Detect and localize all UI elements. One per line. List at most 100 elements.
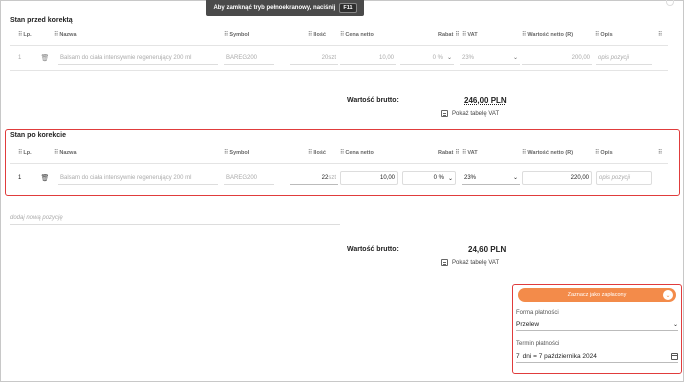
mark-paid-button[interactable]: Zaznacz jako zapłacony ⌄ [518, 288, 676, 302]
add-position-input[interactable]: dodaj nową pozycję [10, 211, 340, 225]
mark-paid-label: Zaznacz jako zapłacony [567, 292, 627, 298]
before-section-title: Stan przed korektą [10, 17, 73, 24]
row-lp: 1 [18, 55, 22, 61]
table-icon [441, 259, 448, 266]
col-net: Wartość netto (R) [527, 31, 574, 38]
after-table-header: ⠿ Lp. ⠿ Nazwa ⠿ Symbol ⠿ Ilość ⠿ Cena netto R… [10, 146, 668, 160]
row-desc[interactable]: opis pozycji [596, 171, 652, 185]
trash-icon: 🗑 [40, 55, 50, 62]
col-qty: Ilość [313, 149, 326, 156]
row-lp: 1 [18, 175, 22, 181]
col-net: Wartość netto (R) [527, 149, 574, 156]
row-name: Balsam do ciała intensywnie regenerujący… [58, 51, 218, 65]
trash-icon[interactable]: 🗑 [40, 171, 50, 185]
row-vat: 23% ⌄ [460, 51, 520, 65]
drag-grip-icon[interactable]: ⠿ [224, 31, 229, 38]
col-symbol: Symbol [229, 149, 250, 156]
col-lp: Lp. [23, 149, 32, 156]
row-unit: szt [328, 54, 336, 61]
f11-key-badge: F11 [339, 3, 357, 13]
drag-grip-icon[interactable]: ⠿ [340, 31, 345, 38]
after-table-row: 1 🗑 Balsam do ciała intensywnie regeneru… [10, 168, 668, 188]
row-price: 10,00 [340, 51, 396, 65]
row-net: 200,00 [522, 51, 592, 65]
col-name: Nazwa [59, 31, 77, 38]
row-desc: opis pozycji [596, 51, 652, 65]
drag-grip-icon[interactable]: ⠿ [455, 149, 460, 156]
drag-grip-icon[interactable]: ⠿ [658, 149, 663, 156]
before-table-header: ⠿ Lp. ⠿ Nazwa ⠿ Symbol ⠿ Ilość ⠿ Cena netto R… [10, 28, 668, 42]
row-price[interactable]: 10,00 [340, 171, 398, 185]
col-desc: Opis [600, 149, 613, 156]
divider [10, 70, 668, 71]
drag-grip-icon[interactable]: ⠿ [595, 31, 600, 38]
drag-grip-icon[interactable]: ⠿ [54, 31, 59, 38]
col-discount: Rabat [438, 31, 454, 38]
due-date-label: Termin płatności [516, 341, 560, 347]
before-table-row: 1 🗑 Balsam do ciała intensywnie regeneru… [10, 48, 668, 68]
row-qty-value: 20 [321, 54, 329, 61]
payment-method-select[interactable]: Przelew ⌄ [516, 319, 678, 331]
col-discount: Rabat [438, 149, 454, 156]
row-vat-value: 23% [464, 174, 477, 181]
chevron-down-icon: ⌄ [512, 175, 518, 181]
drag-grip-icon[interactable]: ⠿ [340, 149, 345, 156]
fullscreen-banner: Aby zamknąć tryb pełnoekranowy, naciśnij… [206, 0, 364, 16]
before-vat-table-link[interactable]: Pokaż tabelę VAT [441, 110, 499, 117]
before-gross-value: 246,00 PLN [464, 96, 507, 105]
row-net[interactable]: 220,00 [522, 171, 592, 185]
divider [10, 163, 668, 164]
row-qty: 20 szt [290, 51, 338, 65]
row-unit: szt [328, 174, 336, 181]
row-discount: 0 % ⌄ [400, 51, 454, 65]
col-vat: VAT [467, 149, 478, 156]
before-gross-label: Wartość brutto: [347, 97, 399, 104]
drag-grip-icon[interactable]: ⠿ [18, 149, 23, 156]
drag-grip-icon[interactable]: ⠿ [462, 31, 467, 38]
drag-grip-icon[interactable]: ⠿ [595, 149, 600, 156]
after-vat-table-link[interactable]: Pokaż tabelę VAT [441, 259, 499, 266]
drag-grip-icon[interactable]: ⠿ [54, 149, 59, 156]
calendar-icon[interactable] [671, 353, 678, 360]
row-discount-value: 0 % [432, 54, 443, 61]
row-symbol: BAREG200 [224, 51, 274, 65]
table-icon [441, 110, 448, 117]
chevron-down-icon[interactable]: ⌄ [663, 290, 673, 300]
after-gross-value: 24,60 PLN [468, 245, 507, 254]
before-vat-table-label: Pokaż tabelę VAT [452, 110, 500, 117]
after-vat-table-label: Pokaż tabelę VAT [452, 259, 500, 266]
payment-method-label: Forma płatności [516, 310, 559, 316]
after-section-title: Stan po korekcie [10, 132, 67, 139]
row-vat[interactable]: 23% ⌄ [462, 171, 520, 185]
row-discount[interactable]: 0 % ⌄ [402, 171, 456, 185]
drag-grip-icon[interactable]: ⠿ [658, 31, 663, 38]
payment-method-value: Przelew [516, 321, 540, 328]
col-vat: VAT [467, 31, 478, 38]
row-name[interactable]: Balsam do ciała intensywnie regenerujący… [58, 171, 218, 185]
col-symbol: Symbol [229, 31, 250, 38]
drag-grip-icon[interactable]: ⠿ [522, 149, 527, 156]
row-symbol[interactable]: BAREG200 [224, 171, 274, 185]
col-qty: Ilość [313, 31, 326, 38]
row-qty[interactable]: 22 szt [290, 171, 338, 185]
due-date-field[interactable]: 7 dni = 7 października 2024 [516, 351, 678, 363]
chevron-down-icon: ⌄ [446, 55, 452, 61]
drag-grip-icon[interactable]: ⠿ [224, 149, 229, 156]
col-lp: Lp. [23, 31, 32, 38]
drag-grip-icon[interactable]: ⠿ [308, 31, 313, 38]
drag-grip-icon[interactable]: ⠿ [455, 31, 460, 38]
chevron-down-icon: ⌄ [512, 55, 518, 61]
col-desc: Opis [600, 31, 613, 38]
drag-grip-icon[interactable]: ⠿ [308, 149, 313, 156]
col-price: Cena netto [345, 31, 374, 38]
fullscreen-banner-text: Aby zamknąć tryb pełnoekranowy, naciśnij [213, 5, 336, 11]
divider [10, 45, 668, 46]
row-qty-value: 22 [321, 174, 329, 181]
col-price: Cena netto [345, 149, 374, 156]
col-name: Nazwa [59, 149, 77, 156]
drag-grip-icon[interactable]: ⠿ [462, 149, 467, 156]
drag-grip-icon[interactable]: ⠿ [18, 31, 23, 38]
drag-grip-icon[interactable]: ⠿ [522, 31, 527, 38]
due-date-text: dni = 7 października 2024 [522, 353, 597, 360]
row-discount-value: 0 % [433, 175, 444, 181]
